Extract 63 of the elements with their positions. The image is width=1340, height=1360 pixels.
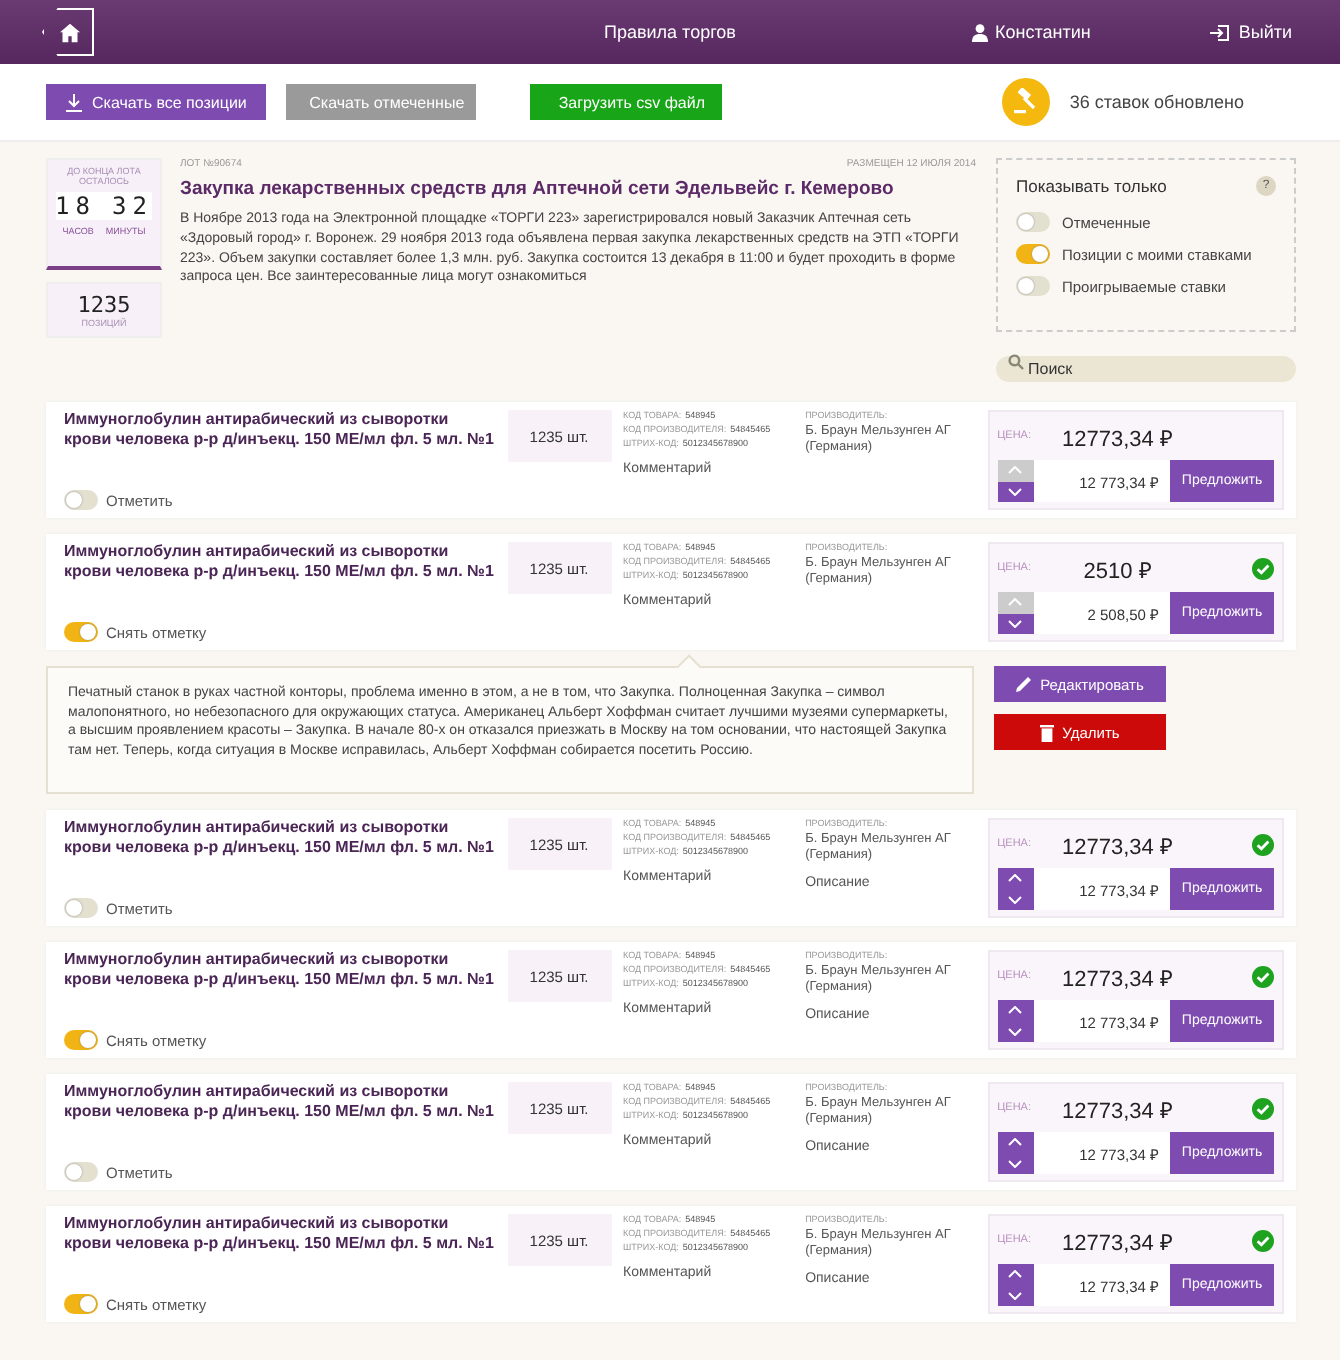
chevron-up-icon — [1008, 466, 1023, 475]
logout-icon — [1210, 23, 1231, 41]
toggle-switch[interactable] — [64, 1294, 98, 1314]
price-value: 12773,34 ₽ — [1060, 1229, 1174, 1255]
lot-title: Закупка лекарственных средств для Аптечной сети Эдельвейс г. Кемерово — [180, 178, 896, 200]
chevron-up-icon — [1008, 1270, 1023, 1279]
item-name: Иммуноглобулин антирабический из сыворотки крови человека р-р д/инъекц. 150 МЕ/мл фл. 5 мл. №1 — [64, 818, 496, 857]
chevron-up-icon — [1008, 598, 1023, 607]
increase-button[interactable] — [997, 868, 1034, 889]
chevron-up-icon — [1008, 1138, 1023, 1147]
item-name: Иммуноглобулин антирабический из сыворотки крови человека р-р д/инъекц. 150 МЕ/мл фл. 5 мл. №1 — [64, 410, 496, 449]
decrease-button[interactable] — [997, 613, 1034, 634]
logout-link[interactable]: Выйти — [1210, 22, 1292, 42]
price-value: 2510 ₽ — [1081, 557, 1153, 583]
home-button[interactable] — [42, 8, 94, 56]
search-icon — [1008, 353, 1024, 369]
minutes-value: 32 — [112, 192, 153, 220]
increase-button[interactable] — [997, 1000, 1034, 1021]
price-value: 12773,34 ₽ — [1060, 1097, 1174, 1123]
toggle-switch[interactable] — [64, 622, 98, 642]
item-name: Иммуноглобулин антирабический из сыворотки крови человека р-р д/инъекц. 150 МЕ/мл фл. 5 мл. №1 — [64, 1082, 496, 1121]
user-link[interactable]: Константин — [971, 22, 1091, 42]
toggle-switch[interactable] — [1016, 276, 1050, 296]
price-value: 12773,34 ₽ — [1060, 833, 1174, 859]
decrease-button[interactable] — [997, 889, 1034, 910]
chevron-down-icon — [1008, 619, 1023, 628]
chevron-up-icon — [1008, 1006, 1023, 1015]
toggle-switch[interactable] — [64, 898, 98, 918]
pencil-icon — [1016, 676, 1033, 692]
home-icon — [60, 21, 80, 43]
user-icon — [971, 23, 987, 41]
hours-value: 18 — [55, 192, 96, 220]
decrease-button[interactable] — [997, 1285, 1034, 1306]
filter-title: Показывать только — [1016, 176, 1167, 196]
increase-button[interactable] — [997, 1264, 1034, 1285]
update-notice: 36 ставок обновлено — [1069, 92, 1244, 112]
chevron-down-icon — [1008, 1027, 1023, 1036]
item-name: Иммуноглобулин антирабический из сыворотки крови человека р-р д/инъекц. 150 МЕ/мл фл. 5 мл. №1 — [64, 950, 496, 989]
chevron-down-icon — [1008, 1159, 1023, 1168]
gavel-icon — [1001, 78, 1050, 126]
chevron-down-icon — [1008, 1291, 1023, 1300]
download-icon — [66, 93, 82, 111]
item-name: Иммуноглобулин антирабический из сыворотки крови человека р-р д/инъекц. 150 МЕ/мл фл. 5 мл. №1 — [64, 542, 496, 581]
toggle-switch[interactable] — [64, 1162, 98, 1182]
decrease-button[interactable] — [997, 1021, 1034, 1042]
chevron-down-icon — [1008, 487, 1023, 496]
decrease-button[interactable] — [997, 481, 1034, 502]
chevron-up-icon — [1008, 874, 1023, 883]
toggle-switch[interactable] — [64, 1030, 98, 1050]
toggle-switch[interactable] — [1016, 212, 1050, 232]
chevron-down-icon — [1008, 895, 1023, 904]
toolbar-button[interactable]: Скачать все позиции — [46, 84, 267, 120]
price-value: 12773,34 ₽ — [1060, 425, 1174, 451]
decrease-button[interactable] — [997, 1153, 1034, 1174]
toggle-switch[interactable] — [1016, 244, 1050, 264]
item-name: Иммуноглобулин антирабический из сыворотки крови человека р-р д/инъекц. 150 МЕ/мл фл. 5 мл. №1 — [64, 1214, 496, 1253]
increase-button[interactable] — [997, 1132, 1034, 1153]
search-field[interactable]: Поиск — [996, 356, 1296, 382]
trash-icon — [1040, 723, 1055, 741]
rules-link[interactable]: Правила торгов — [580, 22, 760, 42]
toggle-switch[interactable] — [64, 490, 98, 510]
price-value: 12773,34 ₽ — [1060, 965, 1174, 991]
positions-count: 1235 — [77, 292, 131, 318]
